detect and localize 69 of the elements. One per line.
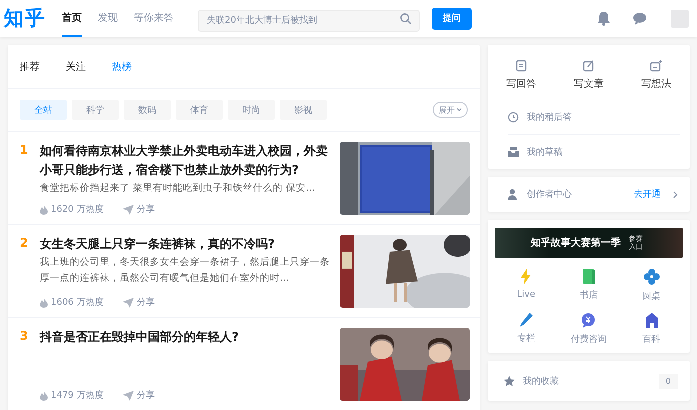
expand-button[interactable]: 展开 <box>433 102 468 118</box>
filter-chip[interactable]: 数码 <box>124 100 171 120</box>
write-action-button[interactable]: 写回答 <box>500 59 543 92</box>
filter-chip[interactable]: 体育 <box>176 100 223 120</box>
zhihu-logo[interactable]: 知乎 <box>4 5 46 32</box>
share-link[interactable]: 分享 <box>136 296 155 309</box>
service-button[interactable]: 付费咨询 <box>558 312 620 347</box>
house-icon <box>644 313 659 328</box>
question-excerpt: 食堂把标价挡起来了 菜里有时能吃到虫子和铁丝什么的 保安... <box>40 182 316 196</box>
chevron-right-icon <box>673 190 678 198</box>
my-link[interactable]: 我的稍后答 <box>508 100 680 134</box>
service-button[interactable]: 专栏 <box>495 312 558 347</box>
bell-icon[interactable] <box>597 11 611 26</box>
paper-plane-icon[interactable] <box>122 298 134 308</box>
paper-plane-icon[interactable] <box>122 390 134 400</box>
feed-tab[interactable]: 热榜 <box>112 60 132 74</box>
question-title[interactable]: 如何看待南京林业大学禁止外卖电动车进入校园，外卖小哥只能步行送，宿舍楼下也禁止放外卖的行为? <box>40 142 330 180</box>
share-link[interactable]: 分享 <box>136 203 155 216</box>
nav-tab[interactable]: 发现 <box>98 0 118 37</box>
inbox-icon <box>508 147 519 157</box>
rank-number: 2 <box>20 235 30 252</box>
clock-icon <box>508 112 519 122</box>
search-field[interactable]: 失联20年北大博士后被找到 <box>198 10 420 32</box>
filter-chip[interactable]: 时尚 <box>228 100 275 120</box>
heat-count: 1606 万热度 <box>51 296 104 309</box>
yen-bubble-icon <box>581 313 596 328</box>
write-action-button[interactable]: 写文章 <box>568 59 610 92</box>
write-action-button[interactable]: 写想法 <box>635 59 678 92</box>
question-title[interactable]: 抖音是否正在毁掉中国部分的年轻人? <box>40 328 330 347</box>
pinwheel-icon <box>644 269 660 285</box>
question-excerpt: 我上班的公司里，冬天很多女生会穿一条裙子，然后腿上只穿一条厚一点的连裤袜，虽然公司有暖气但是她们在室外的时... <box>40 256 330 286</box>
rank-number: 1 <box>20 142 30 159</box>
filter-chip[interactable]: 全站 <box>20 100 67 120</box>
service-button[interactable]: 百科 <box>620 312 683 347</box>
favorites-label[interactable]: 我的收藏 <box>523 374 651 388</box>
filter-chip[interactable]: 影视 <box>280 100 327 120</box>
service-button[interactable]: 书店 <box>558 268 620 304</box>
feed-tab[interactable]: 关注 <box>66 60 86 74</box>
star-icon <box>504 376 515 386</box>
my-link[interactable]: 我的草稿 <box>508 134 680 169</box>
feed-tab[interactable]: 推荐 <box>20 60 40 74</box>
heat-count: 1479 万热度 <box>51 390 104 402</box>
chat-icon[interactable] <box>633 12 649 26</box>
rank-number: 3 <box>20 328 30 345</box>
service-button[interactable]: Live <box>495 268 558 304</box>
chevron-down-icon <box>457 108 462 112</box>
pen-icon <box>519 313 534 327</box>
edit-icon <box>582 60 595 72</box>
search-icon[interactable] <box>400 12 412 24</box>
filter-chip[interactable]: 科学 <box>72 100 119 120</box>
question-title[interactable]: 女生冬天腿上只穿一条连裤袜，真的不冷吗? <box>40 235 330 254</box>
idea-icon <box>650 60 663 72</box>
flame-icon <box>40 390 48 400</box>
lightning-icon <box>520 269 532 285</box>
ask-button[interactable]: 提问 <box>432 8 472 30</box>
book-icon <box>582 269 595 284</box>
favorites-count: 0 <box>658 374 678 388</box>
nav-tab[interactable]: 首页 <box>62 0 82 37</box>
nav-tab[interactable]: 等你来答 <box>134 0 174 37</box>
service-button[interactable]: 圆桌 <box>620 268 683 304</box>
share-link[interactable]: 分享 <box>136 389 155 402</box>
flame-icon <box>40 204 48 214</box>
user-icon <box>508 189 519 200</box>
document-icon <box>516 60 528 72</box>
activate-link[interactable]: 去开通 <box>634 188 661 201</box>
paper-plane-icon[interactable] <box>122 204 134 214</box>
flame-icon <box>40 298 48 308</box>
creator-center-label: 创作者中心 <box>527 188 573 201</box>
heat-count: 1620 万热度 <box>51 204 104 216</box>
